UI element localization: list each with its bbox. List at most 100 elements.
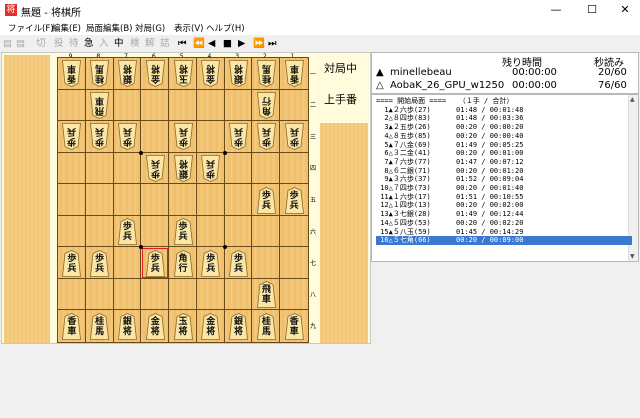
board-cell[interactable] [196,89,225,122]
piece-gote[interactable]: 香車 [284,60,304,88]
piece-gote[interactable]: 香車 [62,60,82,88]
kifu-list[interactable]: ▲ ▼ ==== 開始局面 ==== （１手 / 合計） 1▲２六歩(27) 0… [371,94,639,262]
board-cell[interactable] [141,89,170,122]
board-cell[interactable] [224,278,253,311]
kifu-header[interactable]: ==== 開始局面 ==== （１手 / 合計） [376,97,632,106]
toolbar-button-15[interactable]: ▶ [238,37,245,50]
piece-sente[interactable]: 金将 [201,312,221,340]
toolbar-button-13[interactable]: ◀ [208,37,215,50]
piece-sente[interactable]: 歩兵 [62,249,82,277]
piece-gote[interactable]: 銀将 [117,60,137,88]
toolbar-button-0[interactable]: ▤ [3,37,12,50]
piece-sente[interactable]: 歩兵 [90,249,110,277]
menu-item-1[interactable]: 編集(E) [52,22,81,34]
piece-gote[interactable]: 歩兵 [173,123,193,151]
board-cell[interactable] [113,184,142,216]
piece-sente[interactable]: 銀将 [229,312,248,340]
board-cell[interactable] [169,89,197,122]
board-cell[interactable] [252,247,281,279]
menu-item-5[interactable]: ヘルプ(H) [206,22,245,34]
piece-gote[interactable]: 歩兵 [229,123,248,151]
board-cell[interactable] [280,279,308,311]
kifu-move[interactable]: 3▲２五歩(26) 00:20 / 00:00:20 [376,123,632,132]
piece-sente[interactable]: 歩兵 [173,218,193,245]
board-cell[interactable] [58,184,86,216]
piece-gote[interactable]: 銀将 [229,60,248,88]
menu-item-0[interactable]: ファイル(F) [8,22,54,34]
board-cell[interactable] [224,152,253,185]
piece-sente[interactable]: 角行 [173,249,193,277]
piece-sente[interactable]: 銀将 [117,312,137,340]
board-cell[interactable] [58,152,86,185]
piece-sente[interactable]: 飛車 [256,281,276,309]
kifu-move[interactable]: 6△３二金(41) 00:20 / 00:01:00 [376,149,632,158]
board-cell[interactable] [196,121,225,153]
kifu-move[interactable]: 4△８五歩(85) 00:20 / 00:00:40 [376,132,632,141]
toolbar-button-11[interactable]: ⏮ [178,37,187,50]
menu-item-3[interactable]: 対局(G) [135,22,165,34]
board-cell[interactable] [280,153,308,185]
board-cell[interactable] [141,215,170,248]
maximize-button[interactable]: ☐ [580,2,604,18]
toolbar-button-5[interactable]: 急 [84,37,94,50]
menu-item-2[interactable]: 局面編集(B) [86,22,132,34]
piece-sente[interactable]: 桂馬 [90,312,110,340]
board-cell[interactable] [280,216,308,248]
piece-sente[interactable]: 歩兵 [256,186,276,214]
board-cell[interactable] [169,278,197,311]
piece-gote[interactable]: 歩兵 [201,155,221,182]
toolbar-button-1[interactable]: ▤ [16,37,25,50]
board-cell[interactable] [113,152,142,185]
board-cell[interactable] [252,152,281,185]
board-cell[interactable] [196,184,225,216]
piece-sente[interactable]: 香車 [284,312,304,340]
toolbar-button-17[interactable]: ⏭ [268,37,277,50]
piece-gote[interactable]: 歩兵 [62,123,82,151]
toolbar-button-4[interactable]: 待 [69,37,79,50]
scroll-down-icon[interactable]: ▼ [630,253,635,260]
piece-gote[interactable]: 桂馬 [256,60,276,88]
toolbar-button-14[interactable]: ■ [223,37,232,50]
toolbar-button-12[interactable]: ⏪ [193,37,205,50]
board-cell[interactable] [85,215,114,248]
toolbar-button-7[interactable]: 中 [114,37,124,50]
kifu-move[interactable]: 14△５四歩(53) 00:20 / 00:02:20 [376,219,632,228]
minimize-button[interactable]: — [544,2,568,18]
board-cell[interactable] [113,278,142,311]
close-button[interactable]: ✕ [613,2,637,18]
toolbar-button-8[interactable]: 検 [130,37,140,50]
toolbar-button-10[interactable]: 詰 [160,37,170,50]
piece-gote[interactable]: 桂馬 [90,60,110,88]
board-cell[interactable] [58,278,86,311]
piece-sente[interactable]: 歩兵 [284,186,304,214]
board-cell[interactable] [280,90,308,122]
board-cell[interactable] [169,184,197,216]
kifu-move[interactable]: 7▲７六歩(77) 01:47 / 00:07:12 [376,158,632,167]
piece-sente[interactable]: 香車 [62,312,82,340]
piece-gote[interactable]: 角行 [256,91,276,119]
board-cell[interactable] [280,247,308,279]
piece-gote[interactable]: 金将 [201,60,221,88]
board-cell[interactable] [141,121,170,153]
menu-item-4[interactable]: 表示(V) [174,22,203,34]
gote-piece-stand[interactable] [4,55,50,343]
piece-sente[interactable]: 歩兵 [117,218,137,245]
board-cell[interactable] [224,89,253,122]
board-cell[interactable] [113,89,142,122]
toolbar-button-16[interactable]: ⏩ [253,37,265,50]
piece-sente[interactable]: 金将 [145,312,165,340]
board-cell[interactable] [141,184,170,216]
piece-sente[interactable]: 歩兵 [145,249,165,277]
piece-gote[interactable]: 飛車 [90,91,110,119]
piece-gote[interactable]: 金将 [145,60,165,88]
kifu-move[interactable]: 13▲３七銀(28) 01:49 / 00:12:44 [376,210,632,219]
board-cell[interactable] [224,215,253,248]
toolbar-button-3[interactable]: 投 [54,37,64,50]
piece-gote[interactable]: 玉将 [173,60,193,88]
toolbar-button-2[interactable]: 切 [36,37,46,50]
board-cell[interactable] [196,278,225,311]
board-cell[interactable] [196,215,225,248]
piece-gote[interactable]: 歩兵 [90,123,110,151]
shogi-board[interactable]: 香車桂馬銀将金将玉将金将銀将桂馬香車飛車角行歩兵歩兵歩兵歩兵歩兵歩兵歩兵歩兵銀将… [57,57,309,343]
piece-sente[interactable]: 桂馬 [256,312,276,340]
